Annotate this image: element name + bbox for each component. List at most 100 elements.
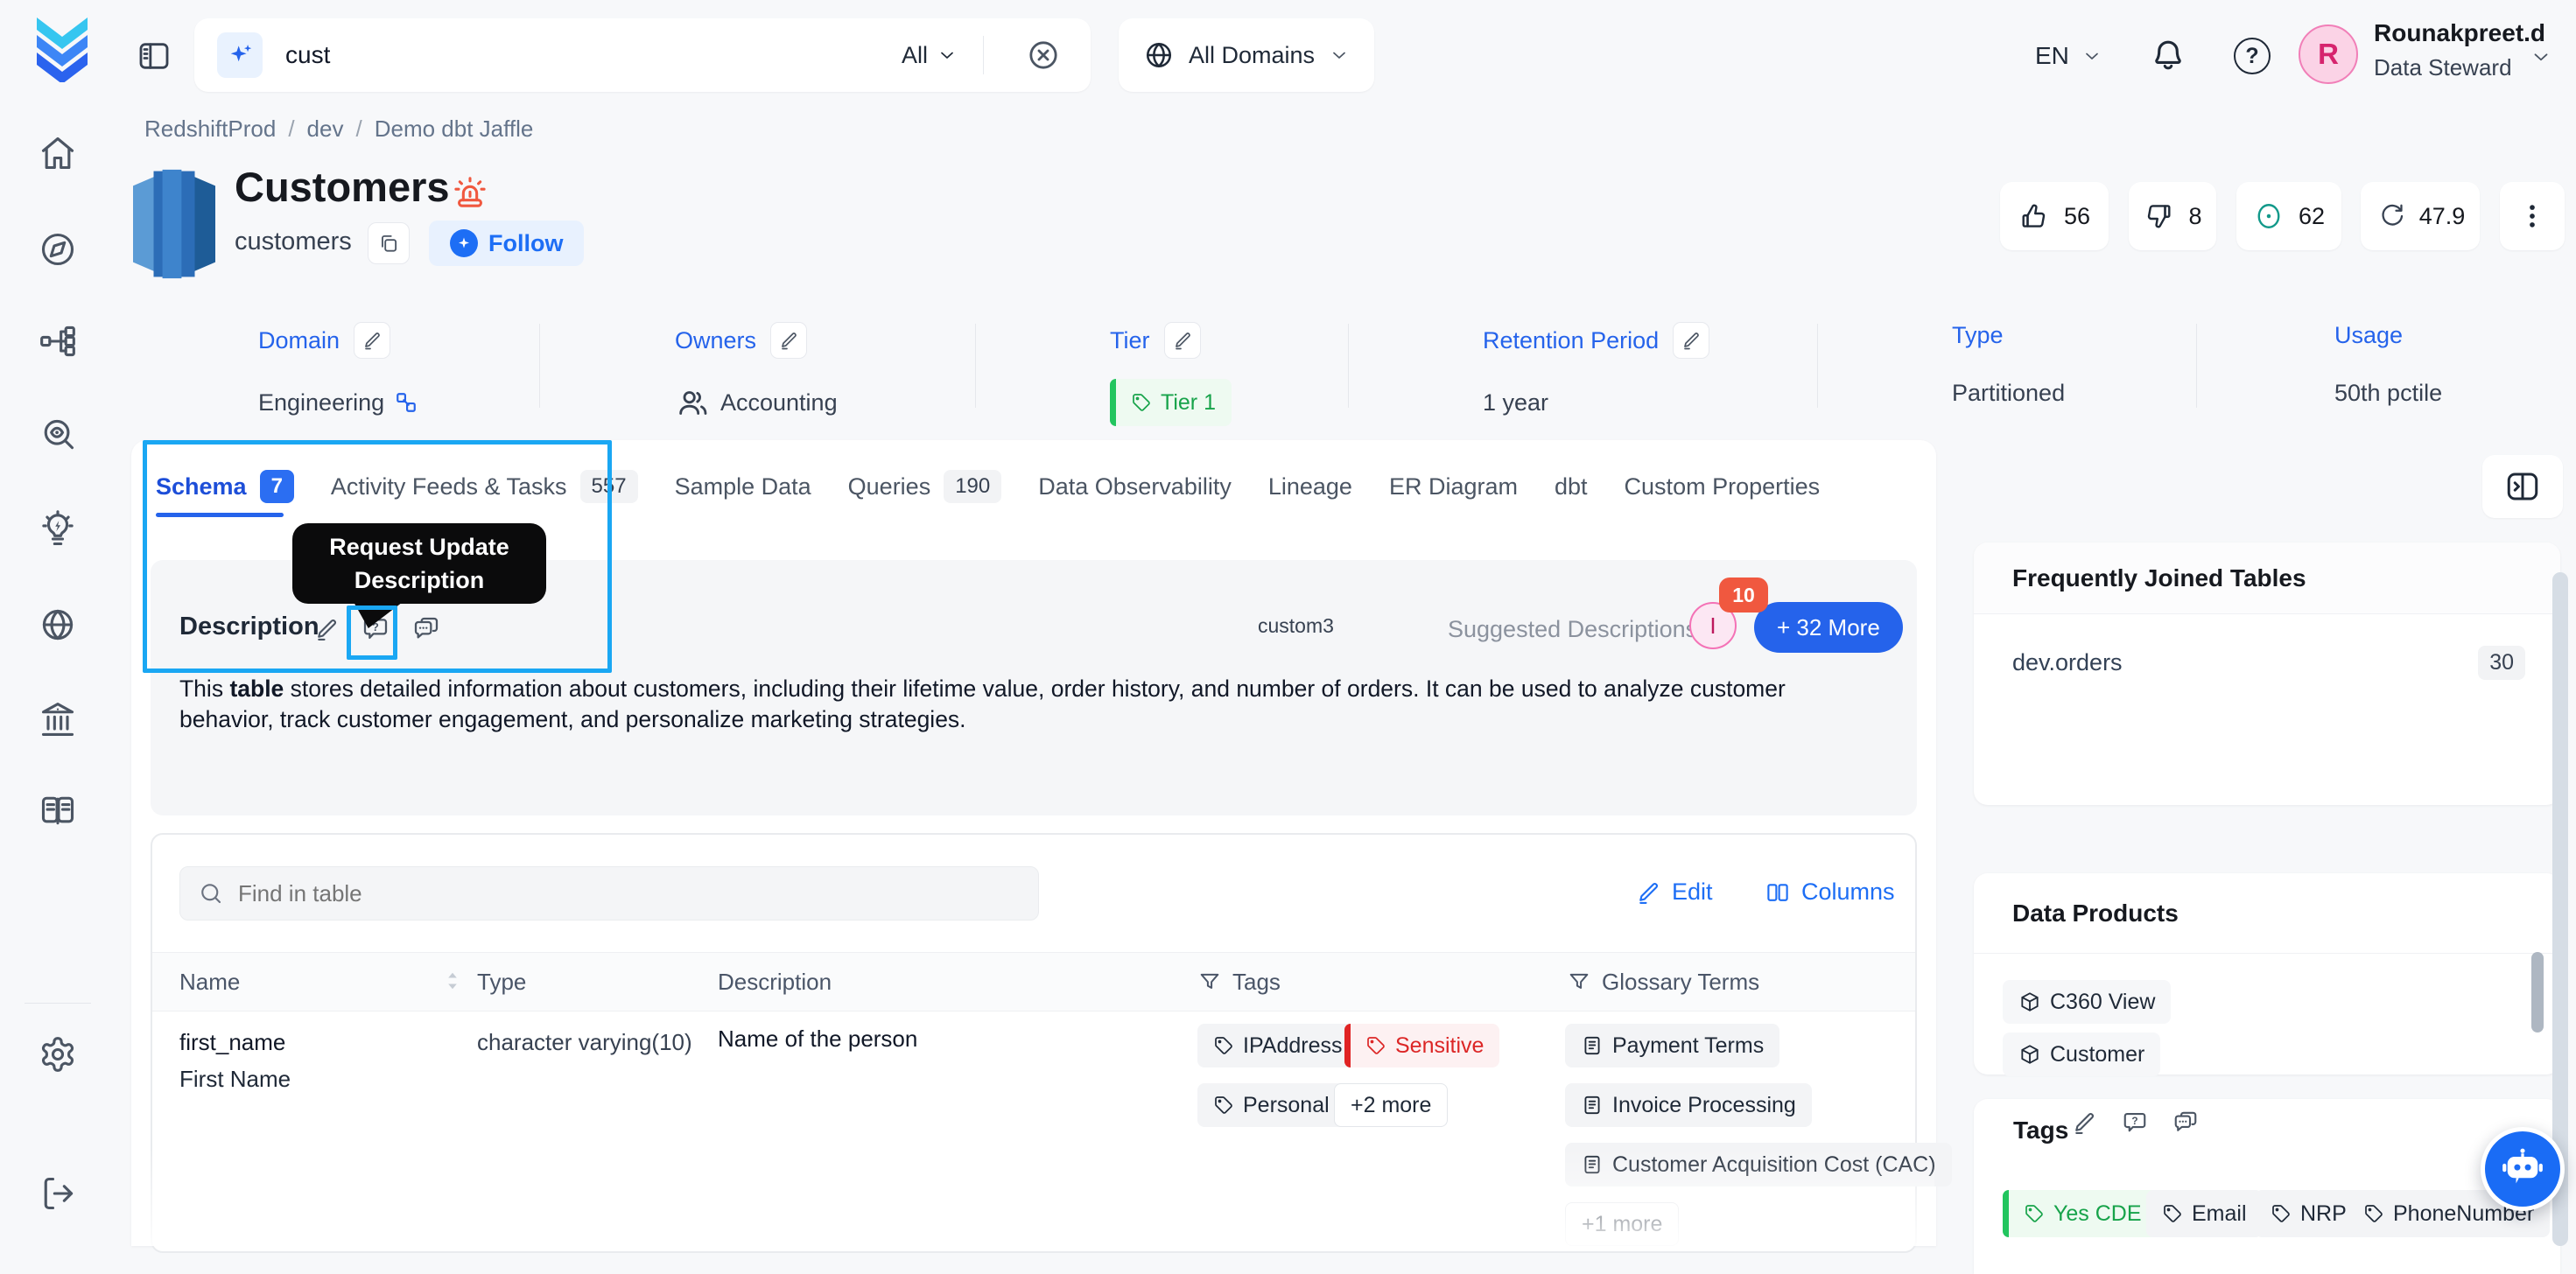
tab-custom-properties[interactable]: Custom Properties — [1625, 473, 1821, 500]
edit-tags-pencil-icon[interactable] — [2071, 1110, 2097, 1140]
help-icon[interactable]: ? — [2234, 38, 2271, 74]
alert-siren-icon[interactable] — [450, 173, 490, 218]
edit-description-pencil-icon[interactable] — [306, 609, 347, 649]
col-header-type[interactable]: Type — [477, 952, 526, 1012]
edit-table-button[interactable]: Edit — [1635, 878, 1713, 906]
search-input[interactable] — [285, 18, 846, 92]
panel-toggle-icon[interactable] — [137, 38, 172, 78]
lineage-sitemap-icon[interactable] — [39, 322, 77, 365]
tab-data-observability[interactable]: Data Observability — [1038, 473, 1232, 500]
tab-er-diagram[interactable]: ER Diagram — [1389, 473, 1518, 500]
filter-funnel-icon[interactable] — [1567, 970, 1591, 994]
filter-funnel-icon[interactable] — [1197, 970, 1222, 994]
follow-button[interactable]: Follow — [429, 220, 585, 266]
chat-assistant-button[interactable] — [2481, 1127, 2565, 1211]
more-actions-button[interactable] — [2500, 182, 2565, 250]
search-icon — [201, 884, 221, 904]
more-tags-chip[interactable]: +2 more — [1334, 1083, 1449, 1127]
meta-label[interactable]: Owners — [675, 327, 756, 354]
user-menu-chevron-icon[interactable] — [2530, 46, 2552, 68]
data-product-chip[interactable]: C360 View — [2003, 980, 2172, 1024]
tier-chip[interactable]: Tier 1 — [1110, 379, 1232, 426]
avatar[interactable]: R — [2299, 24, 2358, 84]
app-logo[interactable] — [33, 18, 91, 87]
edit-pencil-icon[interactable] — [770, 322, 808, 359]
col-header-glossary[interactable]: Glossary Terms — [1567, 952, 1759, 1012]
edit-pencil-icon[interactable] — [1673, 322, 1710, 359]
glossary-chip[interactable]: Invoice Processing — [1565, 1083, 1812, 1127]
joined-table-item[interactable]: dev.orders — [2012, 649, 2123, 676]
tag-chip[interactable]: IPAddress — [1197, 1024, 1358, 1068]
breadcrumb-schema[interactable]: dev — [307, 116, 344, 143]
owner-value[interactable]: Accounting — [720, 389, 838, 416]
governance-bank-icon[interactable] — [39, 700, 77, 743]
request-tags-icon[interactable]: ? — [2122, 1110, 2148, 1140]
cell-column-name[interactable]: first_name — [179, 1029, 285, 1056]
domains-dropdown[interactable]: All Domains — [1119, 18, 1375, 92]
col-header-description[interactable]: Description — [718, 952, 832, 1012]
tags-comments-icon[interactable] — [2172, 1110, 2199, 1140]
copy-name-button[interactable] — [368, 222, 410, 264]
tab-schema[interactable]: Schema 7 — [156, 470, 294, 503]
insights-bulb-icon[interactable] — [39, 510, 77, 553]
col-header-tags[interactable]: Tags — [1197, 952, 1281, 1012]
marketplace-globe-icon[interactable] — [39, 606, 77, 648]
tag-chip-sensitive[interactable]: Sensitive — [1344, 1024, 1500, 1068]
meta-label[interactable]: Retention Period — [1483, 327, 1659, 354]
tag-icon — [2272, 1205, 2290, 1222]
breadcrumb-sep: / — [288, 116, 295, 142]
meta-label[interactable]: Domain — [258, 327, 340, 354]
observability-search-eye-icon[interactable] — [39, 416, 77, 458]
notifications-bell-icon[interactable] — [2149, 36, 2187, 79]
settings-gear-icon[interactable] — [39, 1035, 77, 1078]
language-selector[interactable]: EN — [2035, 0, 2102, 111]
tab-queries[interactable]: Queries 190 — [848, 470, 1002, 503]
glossary-chip[interactable]: Payment Terms — [1565, 1024, 1780, 1068]
comments-icon[interactable] — [406, 609, 446, 649]
edit-pencil-icon[interactable] — [1163, 322, 1201, 359]
domain-value[interactable]: Engineering — [258, 389, 384, 416]
columns-button[interactable]: Columns — [1765, 878, 1895, 906]
freshness-button[interactable]: 47.9 — [2361, 182, 2480, 250]
find-in-table[interactable] — [179, 866, 1039, 920]
discover-compass-icon[interactable] — [39, 230, 77, 273]
likes-button[interactable]: 56 — [2000, 182, 2109, 250]
docs-book-icon[interactable] — [39, 791, 77, 834]
tab-sample-data[interactable]: Sample Data — [675, 473, 811, 500]
globe-icon — [1146, 42, 1172, 68]
glossary-chip[interactable]: Customer Acquisition Cost (CAC) — [1565, 1143, 1952, 1186]
tag-chip[interactable]: Personal — [1197, 1083, 1345, 1127]
tab-dbt[interactable]: dbt — [1555, 473, 1588, 500]
meta-label[interactable]: Tier — [1110, 327, 1150, 354]
more-suggestions-button[interactable]: + 32 More — [1754, 602, 1903, 653]
group-icon — [679, 391, 707, 415]
user-menu[interactable]: Rounakpreet.d Data Steward — [2374, 19, 2545, 81]
breadcrumb-database[interactable]: Demo dbt Jaffle — [375, 116, 534, 143]
tab-activity-feeds[interactable]: Activity Feeds & Tasks 557 — [331, 470, 638, 503]
more-glossary-chip[interactable]: +1 more — [1565, 1202, 1680, 1246]
meta-label[interactable]: Type — [1952, 322, 2004, 349]
tab-lineage[interactable]: Lineage — [1268, 473, 1352, 500]
tag-chip-cde[interactable]: Yes CDE — [2003, 1190, 2158, 1237]
global-search: All — [194, 18, 1091, 92]
tag-chip[interactable]: Email — [2146, 1190, 2263, 1237]
views-button[interactable]: 62 — [2236, 182, 2341, 250]
dislikes-button[interactable]: 8 — [2129, 182, 2216, 250]
home-icon[interactable] — [39, 134, 77, 177]
search-scope-dropdown[interactable]: All — [902, 18, 958, 92]
retention-value: 1 year — [1483, 388, 1549, 416]
col-header-name[interactable]: Name — [179, 952, 240, 1012]
edit-pencil-icon[interactable] — [354, 322, 391, 359]
ai-sparkle-icon[interactable] — [217, 32, 263, 78]
sort-icon[interactable] — [438, 966, 467, 1000]
logout-icon[interactable] — [39, 1174, 77, 1217]
rail-scrollbar-thumb[interactable] — [2531, 952, 2544, 1032]
collapse-panel-button[interactable] — [2482, 455, 2563, 518]
find-in-table-input[interactable] — [238, 879, 1021, 907]
clear-search-icon[interactable] — [1026, 38, 1061, 77]
tag-icon — [2025, 1205, 2043, 1222]
data-product-chip[interactable]: Customer — [2003, 1032, 2161, 1076]
tag-chip[interactable]: NRP — [2255, 1190, 2362, 1237]
meta-label[interactable]: Usage — [2334, 322, 2403, 349]
breadcrumb-connection[interactable]: RedshiftProd — [144, 116, 276, 143]
